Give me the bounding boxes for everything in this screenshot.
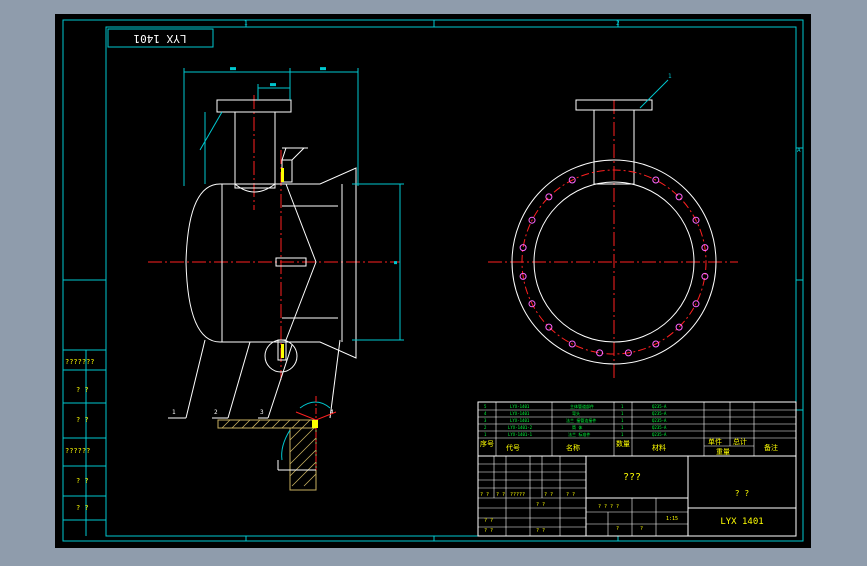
dimension-value: ■ (394, 260, 397, 266)
svg-text:代号: 代号 (506, 443, 520, 452)
dimension-value: ■■ (270, 82, 276, 88)
svg-text:Q235-A: Q235-A (652, 418, 667, 423)
svg-text:? ?: ? ? (480, 492, 489, 498)
svg-text:备注: 备注 (764, 443, 778, 452)
svg-text:? ?: ? ? (484, 518, 493, 524)
dimension-value: ■■ (230, 66, 236, 72)
svg-text:LYX-1401: LYX-1401 (510, 411, 530, 416)
engineering-drawing: 1 2 A LYX 1401 ??????? ? ? ? ? ?????? ? … (55, 14, 811, 548)
svg-text:单件: 单件 (708, 437, 722, 446)
zone-label: 1 (244, 20, 248, 27)
svg-text:LYX-1401: LYX-1401 (510, 418, 530, 423)
strip-label: ? ? (76, 504, 89, 512)
svg-text:法兰 接管连接件: 法兰 接管连接件 (566, 417, 596, 423)
svg-text:Q235-A: Q235-A (652, 432, 667, 437)
svg-text:? ?: ? ? (566, 492, 575, 498)
svg-text:Q235-A: Q235-A (652, 411, 667, 416)
svg-text:?????: ????? (510, 492, 525, 498)
svg-text:重量: 重量 (716, 448, 730, 456)
svg-text:材料: 材料 (652, 443, 666, 452)
strip-label: ? ? (76, 416, 89, 424)
svg-text:LYX-1401: LYX-1401 (510, 404, 530, 409)
svg-text:Q235-A: Q235-A (652, 404, 667, 409)
svg-text:弯头: 弯头 (572, 410, 580, 416)
callout: 1 (668, 73, 672, 80)
svg-text:主体管道部件: 主体管道部件 (570, 403, 594, 409)
svg-text:?: ? (640, 526, 643, 532)
drawing-number: LYX 1401 (720, 517, 763, 527)
strip-label: ? ? (76, 386, 89, 394)
svg-text:数量: 数量 (616, 439, 630, 448)
svg-text:? ?: ? ? (536, 502, 545, 508)
stage-label: ? ? ? ? (598, 504, 619, 510)
strip-label: ? ? (76, 477, 89, 485)
strip-label: ?????? (65, 447, 90, 455)
svg-text:名称: 名称 (566, 443, 580, 452)
scale-value: 1:15 (666, 516, 678, 522)
drawing-title: ??? (623, 472, 641, 483)
callout: 2 (214, 409, 218, 416)
svg-text:? ?: ? ? (496, 492, 505, 498)
svg-text:LYX-1401-1: LYX-1401-1 (508, 432, 533, 437)
svg-text:LYX-1401-2: LYX-1401-2 (508, 425, 533, 430)
svg-text:序号: 序号 (480, 439, 494, 448)
strip-label: ??????? (65, 358, 95, 366)
svg-text:? ?: ? ? (544, 492, 553, 498)
svg-text:法兰 标准件: 法兰 标准件 (568, 431, 590, 437)
zone-label: 2 (616, 20, 620, 27)
callout: 4 (330, 409, 334, 416)
svg-text:Q235-A: Q235-A (652, 425, 667, 430)
stamp-text: LYX 1401 (134, 32, 187, 45)
callout: 3 (260, 409, 264, 416)
zone-label: A (797, 147, 801, 154)
svg-text:总计: 总计 (733, 437, 747, 446)
dimension-value: ■■ (320, 66, 326, 72)
svg-text:筒 体: 筒 体 (572, 424, 582, 430)
svg-text:? ?: ? ? (536, 528, 545, 534)
callout: 1 (172, 409, 176, 416)
svg-text:? ?: ? ? (484, 528, 493, 534)
drawing-sheet (55, 14, 811, 548)
svg-text:?: ? (616, 526, 619, 532)
company-name: ? ? (735, 489, 750, 498)
cad-viewport: 1 2 A LYX 1401 ??????? ? ? ? ? ?????? ? … (0, 0, 867, 562)
